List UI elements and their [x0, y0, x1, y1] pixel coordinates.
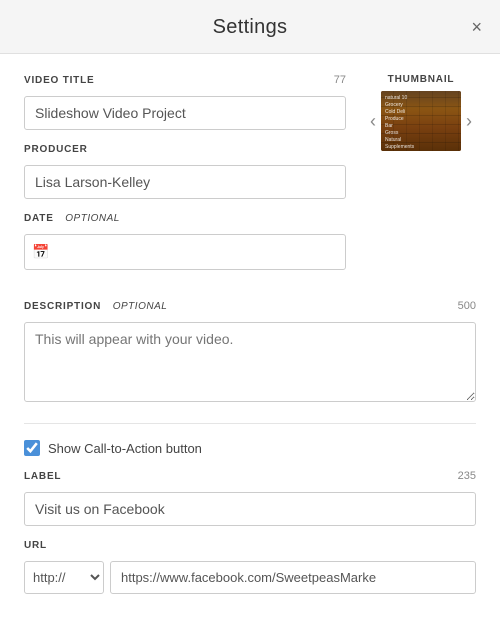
- thumbnail-nav: ‹ natural 10GroceryCold DeliProduceBarGr…: [366, 91, 476, 151]
- thumbnail-prev-button[interactable]: ‹: [366, 109, 380, 134]
- cta-checkbox[interactable]: [24, 440, 40, 456]
- description-label: DESCRIPTION OPTIONAL: [24, 301, 167, 312]
- thumbnail-image: natural 10GroceryCold DeliProduceBarGros…: [381, 91, 461, 151]
- url-label-row: URL: [24, 540, 476, 556]
- producer-label-row: PRODUCER: [24, 144, 346, 160]
- cta-checkbox-row: Show Call-to-Action button: [24, 440, 476, 456]
- thumbnail-section: THUMBNAIL ‹ natural 10GroceryCold DeliPr…: [366, 74, 476, 284]
- producer-input[interactable]: [24, 165, 346, 199]
- date-input[interactable]: [24, 234, 346, 270]
- calendar-icon: 📅: [32, 244, 49, 261]
- thumbnail-next-button[interactable]: ›: [462, 109, 476, 134]
- top-section: VIDEO TITLE 77 PRODUCER DAT: [24, 74, 476, 284]
- description-group: DESCRIPTION OPTIONAL 500: [24, 300, 476, 407]
- url-prefix-select[interactable]: http:// https://: [24, 561, 104, 594]
- url-group: URL http:// https://: [24, 540, 476, 594]
- date-input-wrapper: 📅: [24, 234, 346, 270]
- description-count: 500: [458, 300, 476, 312]
- video-title-group: VIDEO TITLE 77: [24, 74, 346, 130]
- thumbnail-img-inner: natural 10GroceryCold DeliProduceBarGros…: [381, 91, 461, 151]
- video-title-label: VIDEO TITLE: [24, 75, 94, 86]
- divider: [24, 423, 476, 424]
- left-fields: VIDEO TITLE 77 PRODUCER DAT: [24, 74, 346, 284]
- video-title-input[interactable]: [24, 96, 346, 130]
- url-row: http:// https://: [24, 561, 476, 594]
- modal-header: Settings ×: [0, 0, 500, 54]
- cta-label-count: 235: [458, 470, 476, 482]
- description-textarea[interactable]: [24, 322, 476, 402]
- modal-body: VIDEO TITLE 77 PRODUCER DAT: [0, 54, 500, 632]
- cta-label-label: LABEL: [24, 471, 61, 482]
- cta-label-label-row: LABEL 235: [24, 470, 476, 487]
- cta-label-group: LABEL 235: [24, 470, 476, 526]
- url-input[interactable]: [110, 561, 476, 594]
- date-group: DATE OPTIONAL 📅: [24, 213, 346, 270]
- description-label-row: DESCRIPTION OPTIONAL 500: [24, 300, 476, 317]
- video-title-label-row: VIDEO TITLE 77: [24, 74, 346, 91]
- modal-title: Settings: [213, 16, 288, 38]
- date-label-row: DATE OPTIONAL: [24, 213, 346, 229]
- close-button[interactable]: ×: [467, 14, 486, 40]
- video-title-count: 77: [334, 74, 346, 86]
- thumbnail-label: THUMBNAIL: [366, 74, 476, 85]
- settings-modal: Settings × VIDEO TITLE 77 PRODUCE: [0, 0, 500, 637]
- producer-group: PRODUCER: [24, 144, 346, 199]
- thumbnail-overlay-text: natural 10GroceryCold DeliProduceBarGros…: [385, 95, 457, 151]
- cta-label-input[interactable]: [24, 492, 476, 526]
- date-label: DATE OPTIONAL: [24, 213, 120, 224]
- url-label: URL: [24, 540, 47, 551]
- producer-label: PRODUCER: [24, 144, 88, 155]
- cta-checkbox-label[interactable]: Show Call-to-Action button: [48, 441, 202, 456]
